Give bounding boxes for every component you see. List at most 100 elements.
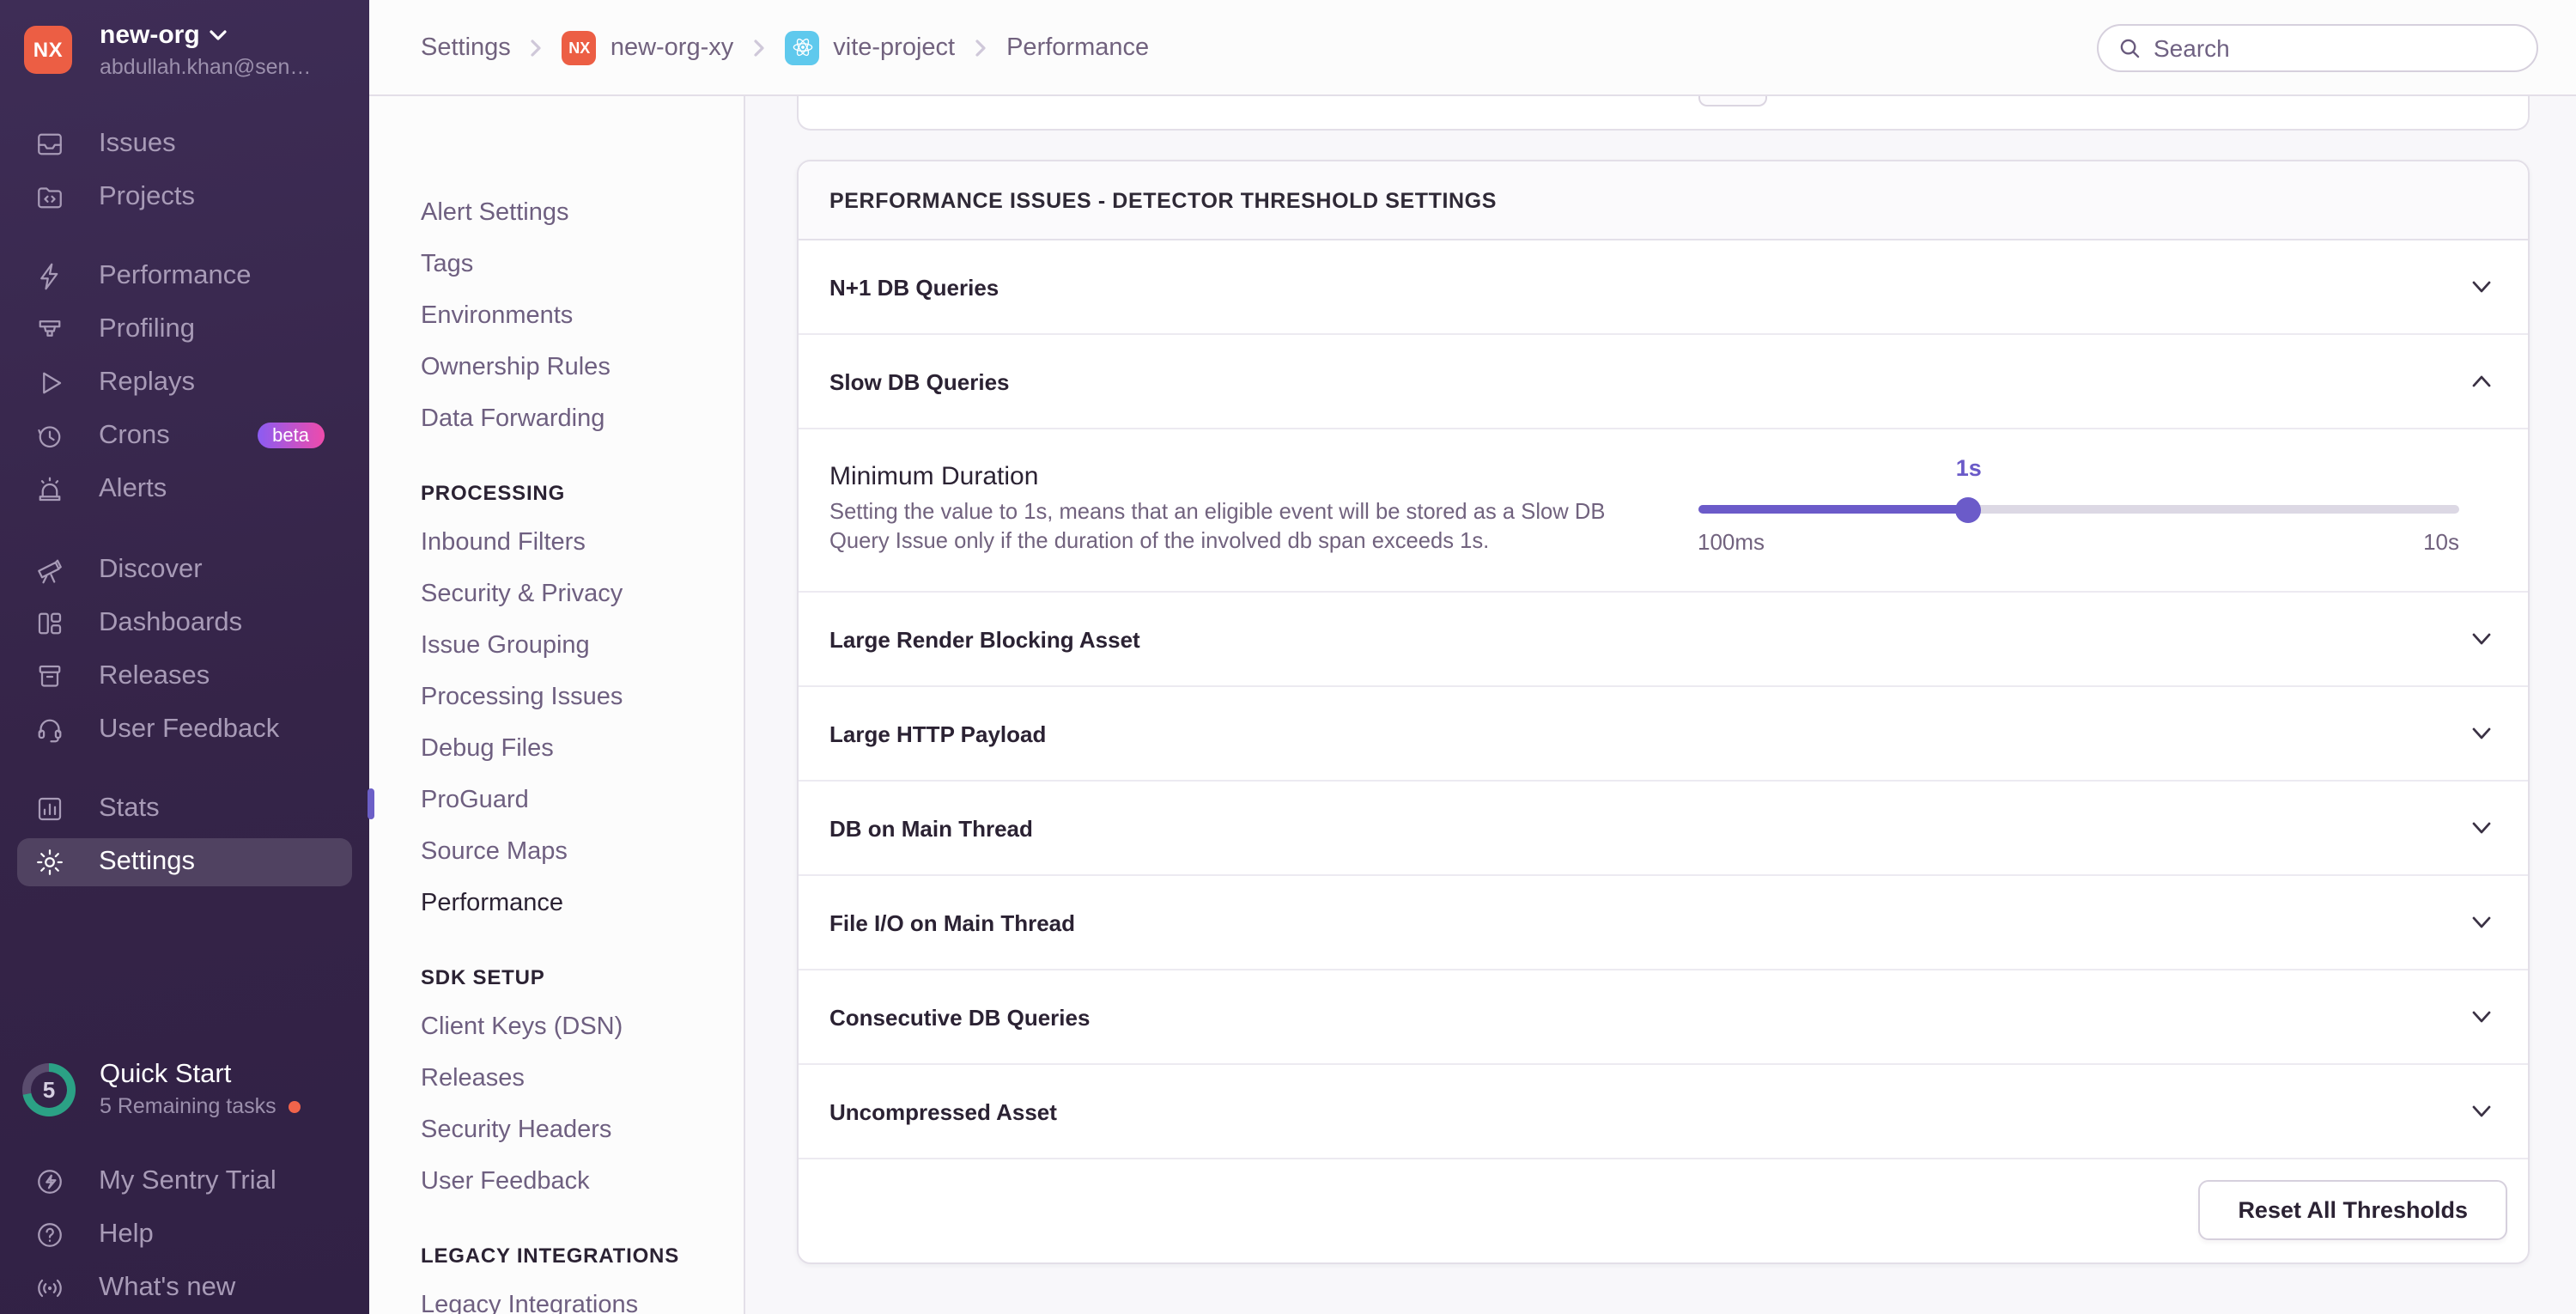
topbar: Settings NX new-org-xy vite-project Perf… <box>369 0 2576 96</box>
sidebar-item-label: Replays <box>99 367 195 396</box>
accordion-row-db-on-main-thread[interactable]: DB on Main Thread <box>799 782 2528 876</box>
settings-nav-debug-files[interactable]: Debug Files <box>369 723 743 775</box>
sidebar-item-whats-new[interactable]: What's new <box>0 1261 369 1314</box>
settings-nav-proguard[interactable]: ProGuard <box>369 775 743 826</box>
chevron-down-icon <box>2470 910 2494 934</box>
settings-nav-tags[interactable]: Tags <box>369 239 743 290</box>
breadcrumb-settings[interactable]: Settings <box>421 33 511 61</box>
sidebar-item-projects[interactable]: Projects <box>0 170 369 223</box>
accordion-row-large-http-payload[interactable]: Large HTTP Payload <box>799 687 2528 782</box>
settings-nav-security-privacy[interactable]: Security & Privacy <box>369 569 743 620</box>
sidebar-item-label: Discover <box>99 554 203 583</box>
sidebar-item-releases[interactable]: Releases <box>0 649 369 703</box>
accordion-row-n-plus-one-db-queries[interactable]: N+1 DB Queries <box>799 240 2528 335</box>
accordion-row-label: Large Render Blocking Asset <box>829 626 1140 652</box>
slider-max-label: 10s <box>2423 529 2459 555</box>
search-icon <box>2120 39 2140 58</box>
accordion-row-consecutive-db-queries[interactable]: Consecutive DB Queries <box>799 970 2528 1065</box>
sidebar-item-issues[interactable]: Issues <box>0 117 369 170</box>
sidebar-item-label: What's new <box>99 1272 236 1301</box>
chevron-right-icon <box>750 37 768 58</box>
org-chip-icon: NX <box>562 30 597 64</box>
slider-handle[interactable] <box>1955 496 1982 522</box>
quick-start[interactable]: 5 Quick Start 5 Remaining tasks <box>22 1060 301 1118</box>
chevron-up-icon <box>2470 369 2494 393</box>
settings-nav-alert-settings[interactable]: Alert Settings <box>369 187 743 239</box>
settings-nav-source-maps[interactable]: Source Maps <box>369 826 743 878</box>
accordion-row-large-render-blocking-asset[interactable]: Large Render Blocking Asset <box>799 593 2528 687</box>
sidebar-item-replays[interactable]: Replays <box>0 356 369 409</box>
org-name: new-org <box>100 21 200 50</box>
settings-nav-legacy-integrations[interactable]: Legacy Integrations <box>369 1280 743 1314</box>
accordion-row-uncompressed-asset[interactable]: Uncompressed Asset <box>799 1065 2528 1159</box>
sidebar-item-label: Performance <box>99 260 252 289</box>
settings-nav-user-feedback[interactable]: User Feedback <box>369 1156 743 1208</box>
settings-nav-data-forwarding[interactable]: Data Forwarding <box>369 393 743 445</box>
sidebar-item-help[interactable]: Help <box>0 1208 369 1261</box>
minimum-duration-label: Minimum Duration <box>829 462 1039 491</box>
settings-nav-security-headers[interactable]: Security Headers <box>369 1104 743 1156</box>
reset-all-thresholds-button[interactable]: Reset All Thresholds <box>2198 1180 2507 1240</box>
sidebar-item-dashboards[interactable]: Dashboards <box>0 596 369 649</box>
minimum-duration-description: Setting the value to 1s, means that an e… <box>829 498 1606 553</box>
main-sidebar: NX new-org abdullah.khan@sen… Issues Pro… <box>0 0 369 1314</box>
settings-nav-inbound-filters[interactable]: Inbound Filters <box>369 517 743 569</box>
sidebar-item-profiling[interactable]: Profiling <box>0 302 369 356</box>
sidebar-item-label: Help <box>99 1219 154 1248</box>
quick-start-count: 5 <box>31 1071 67 1107</box>
accordion-row-file-io-on-main-thread[interactable]: File I/O on Main Thread <box>799 876 2528 970</box>
sidebar-item-user-feedback[interactable]: User Feedback <box>0 703 369 756</box>
app: NX new-org abdullah.khan@sen… Issues Pro… <box>0 0 2576 1314</box>
settings-nav-issue-grouping[interactable]: Issue Grouping <box>369 620 743 672</box>
react-project-icon <box>785 30 820 64</box>
settings-nav-client-keys[interactable]: Client Keys (DSN) <box>369 1001 743 1053</box>
detector-threshold-panel: PERFORMANCE ISSUES - DETECTOR THRESHOLD … <box>797 160 2530 1264</box>
chevron-right-icon <box>528 37 545 58</box>
breadcrumb-current-page: Performance <box>1006 33 1150 61</box>
slider-track[interactable] <box>1698 505 2459 514</box>
notification-dot <box>288 1100 301 1112</box>
settings-nav-section-sdk-setup: SDK SETUP <box>421 965 545 989</box>
chevron-down-icon <box>2470 721 2494 745</box>
trial-icon <box>33 1165 64 1196</box>
sidebar-item-discover[interactable]: Discover <box>0 543 369 596</box>
accordion-row-slow-db-queries[interactable]: Slow DB Queries <box>799 335 2528 429</box>
help-icon <box>33 1219 64 1250</box>
breadcrumb-org[interactable]: NX new-org-xy <box>562 30 733 64</box>
chevron-down-icon <box>2470 275 2494 299</box>
sidebar-footer: My Sentry Trial Help What's new <box>0 1154 369 1314</box>
sidebar-item-label: Alerts <box>99 473 167 502</box>
search-input[interactable] <box>2154 34 2497 62</box>
active-nav-indicator <box>368 788 374 819</box>
sidebar-item-label: Issues <box>99 128 176 157</box>
beta-badge: beta <box>257 423 325 448</box>
sidebar-item-my-sentry-trial[interactable]: My Sentry Trial <box>0 1154 369 1208</box>
releases-icon <box>33 660 64 691</box>
settings-nav-environments[interactable]: Environments <box>369 290 743 342</box>
settings-nav-performance[interactable]: Performance <box>369 878 743 929</box>
settings-nav-releases[interactable]: Releases <box>369 1053 743 1104</box>
alerts-icon <box>33 473 64 504</box>
issues-icon <box>33 128 64 159</box>
sidebar-item-label: User Feedback <box>99 714 280 743</box>
sidebar-item-alerts[interactable]: Alerts <box>0 462 369 515</box>
breadcrumb-project[interactable]: vite-project <box>785 30 955 64</box>
sidebar-item-settings[interactable]: Settings <box>17 837 352 885</box>
sidebar-item-stats[interactable]: Stats <box>0 782 369 835</box>
settings-nav-ownership-rules[interactable]: Ownership Rules <box>369 342 743 393</box>
sidebar-item-crons[interactable]: Crons beta <box>0 409 369 462</box>
gear-icon <box>33 846 64 877</box>
primary-nav: Issues Projects Performance Profiling Re… <box>0 117 369 885</box>
profiling-icon <box>33 313 64 344</box>
sidebar-item-performance[interactable]: Performance <box>0 249 369 302</box>
settings-nav-processing-issues[interactable]: Processing Issues <box>369 672 743 723</box>
org-switcher[interactable]: NX new-org abdullah.khan@sen… <box>24 21 311 79</box>
discover-icon <box>33 554 64 585</box>
accordion-row-label: Consecutive DB Queries <box>829 1004 1091 1030</box>
sidebar-item-label: Releases <box>99 660 210 690</box>
sidebar-item-label: My Sentry Trial <box>99 1165 276 1195</box>
dashboards-icon <box>33 607 64 638</box>
performance-icon <box>33 260 64 291</box>
breadcrumb: Settings NX new-org-xy vite-project Perf… <box>421 30 1149 64</box>
accordion-row-label: N+1 DB Queries <box>829 274 999 300</box>
